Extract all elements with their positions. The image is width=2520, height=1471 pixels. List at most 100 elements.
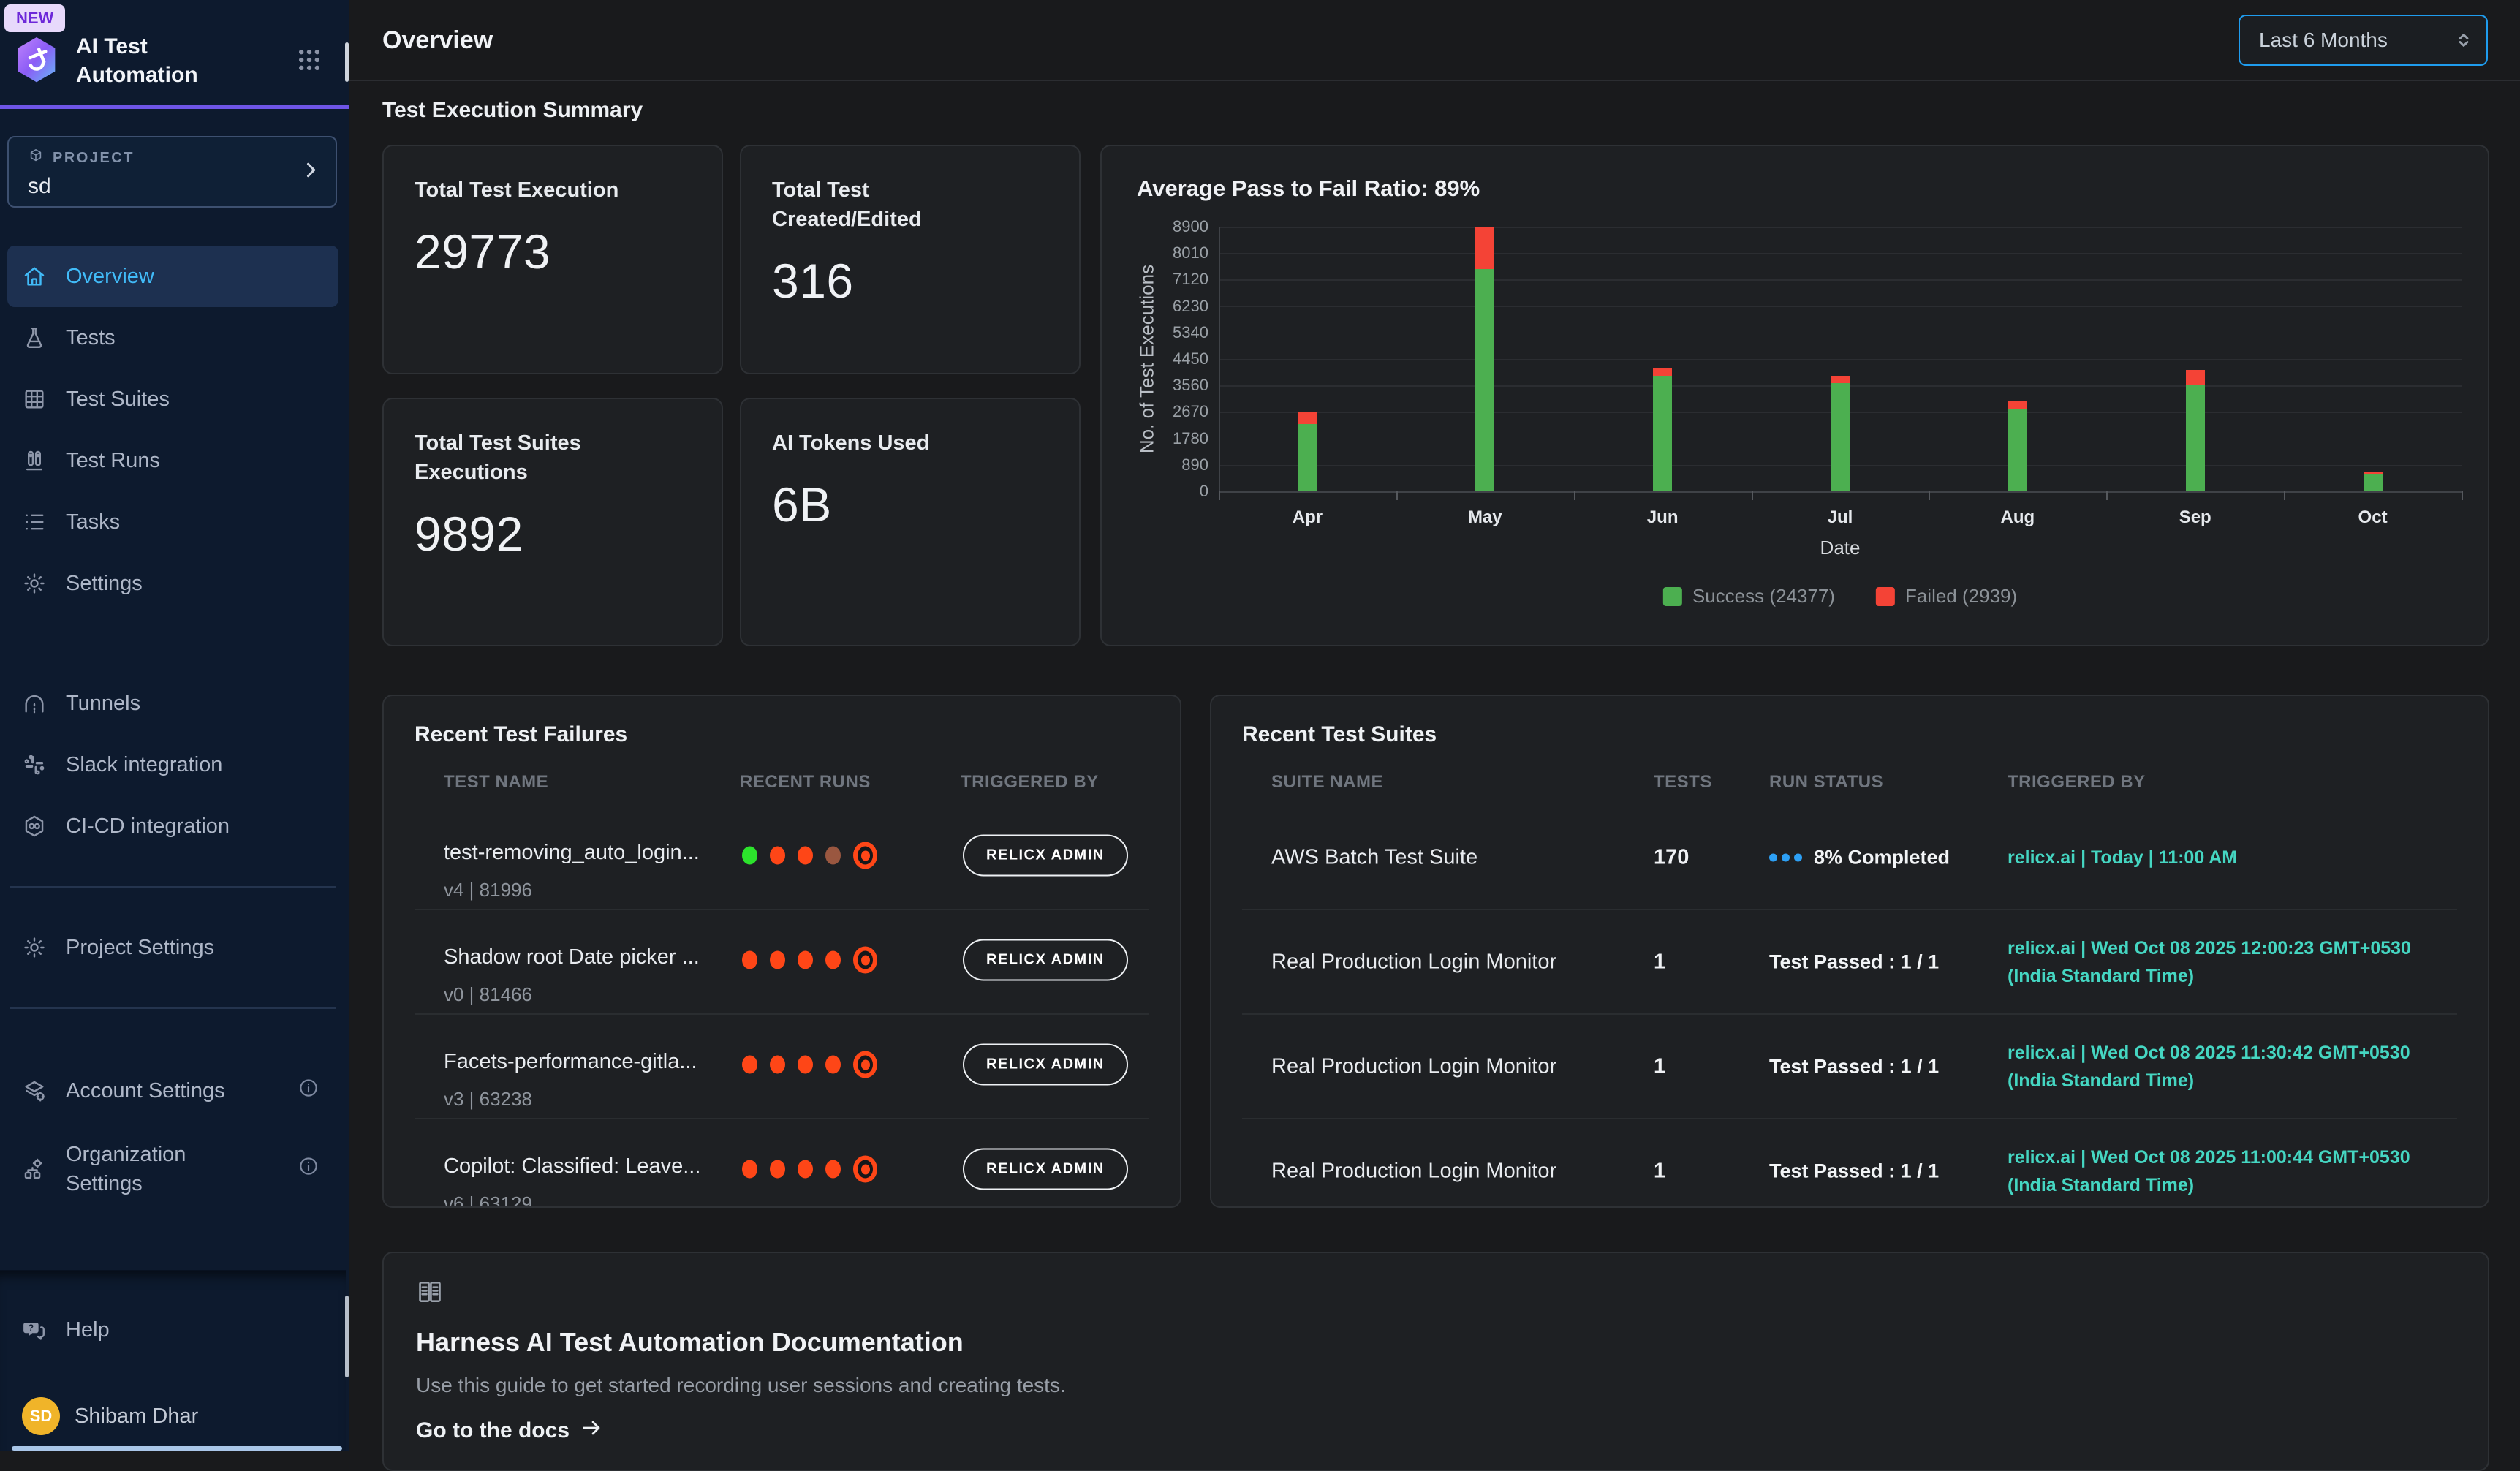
failure-row[interactable]: Facets-performance-gitla...v3 | 63238REL…	[415, 1015, 1149, 1119]
sidebar-item-label: CI-CD integration	[66, 814, 230, 839]
sidebar-item-settings[interactable]: Settings	[7, 553, 338, 614]
triggered-by-button[interactable]: RELICX ADMIN	[963, 1044, 1128, 1086]
test-name: Copilot: Classified: Leave...	[444, 1154, 700, 1179]
sidebar-item-label: Tasks	[66, 510, 120, 534]
bar-failed-oct[interactable]	[2364, 472, 2383, 474]
suite-tests-count: 1	[1654, 1159, 1665, 1183]
legend-item-success-24377[interactable]: Success (24377)	[1663, 585, 1835, 608]
sidebar-item-label: Test Suites	[66, 387, 170, 412]
legend-item-failed-2939[interactable]: Failed (2939)	[1876, 585, 2017, 608]
x-tick-label: Jul	[1828, 507, 1853, 528]
chart-gridline	[1219, 306, 2462, 308]
docs-link[interactable]: Go to the docs	[416, 1416, 2456, 1445]
documentation-card: Harness AI Test Automation Documentation…	[382, 1252, 2489, 1471]
home-icon	[22, 264, 47, 289]
sidebar-item-ci-cd-integration[interactable]: CI-CD integration	[7, 795, 338, 857]
date-range-value: Last 6 Months	[2259, 29, 2388, 52]
x-tick-label: Oct	[2358, 507, 2388, 528]
triggered-by-button[interactable]: RELICX ADMIN	[963, 835, 1128, 877]
bar-success-sep[interactable]	[2186, 385, 2205, 491]
docs-description: Use this guide to get started recording …	[416, 1374, 2456, 1397]
test-name: test-removing_auto_login...	[444, 841, 700, 865]
sidebar-item-help[interactable]: ? Help	[7, 1299, 338, 1361]
tunnel-icon	[22, 691, 47, 716]
suite-row[interactable]: AWS Batch Test Suite1708% Completedrelic…	[1242, 806, 2457, 910]
sidebar-item-test-suites[interactable]: Test Suites	[7, 368, 338, 430]
bar-failed-aug[interactable]	[2008, 401, 2027, 409]
run-status-text: Test Passed : 1 / 1	[1769, 1055, 1939, 1078]
test-runs-icon	[22, 448, 47, 473]
docs-title: Harness AI Test Automation Documentation	[416, 1327, 2456, 1358]
info-icon[interactable]	[298, 1155, 319, 1183]
run-status-failed-icon	[742, 1160, 757, 1179]
bar-failed-jun[interactable]	[1653, 368, 1672, 376]
stat-label: Total Test Suites Executions	[415, 428, 659, 487]
run-status-text: Test Passed : 1 / 1	[1769, 1160, 1939, 1182]
suite-row[interactable]: Real Production Login Monitor1Test Passe…	[1242, 1015, 2457, 1119]
bar-success-may[interactable]	[1475, 269, 1494, 491]
bar-success-jul[interactable]	[1831, 383, 1850, 491]
sidebar-item-label: Account Settings	[66, 1079, 225, 1103]
failure-row[interactable]: Shadow root Date picker ... v0 | 81466 REL…	[415, 910, 1149, 1015]
triggered-by-button[interactable]: RELICX ADMIN	[963, 939, 1128, 981]
gear-icon	[22, 571, 47, 596]
suite-triggered-by: relicx.ai | Today | 11:00 AM	[2008, 844, 2237, 871]
project-selector[interactable]: PROJECT sd	[7, 136, 337, 208]
bar-success-aug[interactable]	[2008, 409, 2027, 491]
suite-name: Real Production Login Monitor	[1271, 1054, 1556, 1078]
bar-failed-sep[interactable]	[2186, 370, 2205, 384]
sidebar-item-label: Project Settings	[66, 936, 214, 960]
failure-row[interactable]: test-removing_auto_login...v4 | 81996REL…	[415, 806, 1149, 910]
sidebar-item-project-settings[interactable]: Project Settings	[7, 917, 338, 978]
sidebar-item-tunnels[interactable]: Tunnels	[7, 673, 338, 734]
suite-triggered-by: relicx.ai | Wed Oct 08 2025 11:30:42 GMT…	[2008, 1039, 2410, 1094]
bar-success-apr[interactable]	[1298, 424, 1317, 491]
x-tick-label: Apr	[1293, 507, 1323, 528]
sidebar-item-account-settings[interactable]: Account Settings	[7, 1060, 338, 1122]
suites-title: Recent Test Suites	[1242, 722, 1437, 747]
column-header-run-status: RUN STATUS	[1769, 772, 1883, 793]
run-status-failed-icon	[798, 847, 813, 865]
suite-row[interactable]: Real Production Login Monitor1Test Passe…	[1242, 910, 2457, 1015]
bar-failed-may[interactable]	[1475, 227, 1494, 269]
column-header-tests: TESTS	[1654, 772, 1712, 793]
sidebar-item-overview[interactable]: Overview	[7, 246, 338, 307]
app-launcher-icon[interactable]	[295, 45, 324, 78]
bar-success-oct[interactable]	[2364, 474, 2383, 491]
suite-triggered-by: relicx.ai | Wed Oct 08 2025 12:00:23 GMT…	[2008, 934, 2411, 990]
run-status-failed-icon	[770, 1160, 785, 1179]
help-icon: ?	[22, 1317, 47, 1342]
sidebar-item-tasks[interactable]: Tasks	[7, 491, 338, 553]
sidebar-item-organization-settings[interactable]: Organization Settings	[7, 1129, 338, 1209]
column-header-triggered-by: TRIGGERED BY	[961, 772, 1099, 793]
sidebar-item-test-runs[interactable]: Test Runs	[7, 430, 338, 491]
flask-icon	[22, 325, 47, 350]
project-value: sd	[28, 174, 336, 199]
date-range-select[interactable]: Last 6 Months	[2239, 15, 2488, 66]
test-version-id: v0 | 81466	[444, 983, 532, 1006]
bar-failed-apr[interactable]	[1298, 412, 1317, 424]
chart-title: Average Pass to Fail Ratio: 89%	[1137, 175, 1480, 202]
x-axis-tick	[1752, 491, 1753, 500]
sidebar-item-slack-integration[interactable]: Slack integration	[7, 734, 338, 795]
test-name: Shadow root Date picker ...	[444, 945, 700, 969]
sidebar-item-tests[interactable]: Tests	[7, 307, 338, 368]
suite-row[interactable]: Real Production Login Monitor1Test Passe…	[1242, 1119, 2457, 1208]
failure-row[interactable]: Copilot: Classified: Leave...v6 | 63129R…	[415, 1119, 1149, 1208]
y-tick-label: 2670	[1128, 402, 1208, 421]
bar-failed-jul[interactable]	[1831, 376, 1850, 383]
stat-card-total-test-suites-executions: Total Test Suites Executions 9892	[382, 398, 723, 646]
test-version-id: v3 | 63238	[444, 1088, 532, 1111]
run-status-stale-icon	[825, 847, 841, 865]
grid-icon	[22, 387, 47, 412]
recent-test-suites-card: Recent Test Suites SUITE NAME TESTS RUN …	[1210, 695, 2489, 1208]
info-icon[interactable]	[298, 1077, 319, 1105]
chart-gridline	[1219, 253, 2462, 254]
triggered-by-button[interactable]: RELICX ADMIN	[963, 1149, 1128, 1190]
user-menu[interactable]: SD Shibam Dhar	[22, 1397, 198, 1435]
stat-value: 316	[772, 253, 1048, 309]
sidebar-nav: OverviewTests Test Suites Test Runs Tasks Se…	[0, 246, 346, 1209]
bar-success-jun[interactable]	[1653, 376, 1672, 491]
sidebar-item-label: Slack integration	[66, 753, 222, 777]
sidebar-horizontal-scrollbar[interactable]	[12, 1446, 342, 1451]
